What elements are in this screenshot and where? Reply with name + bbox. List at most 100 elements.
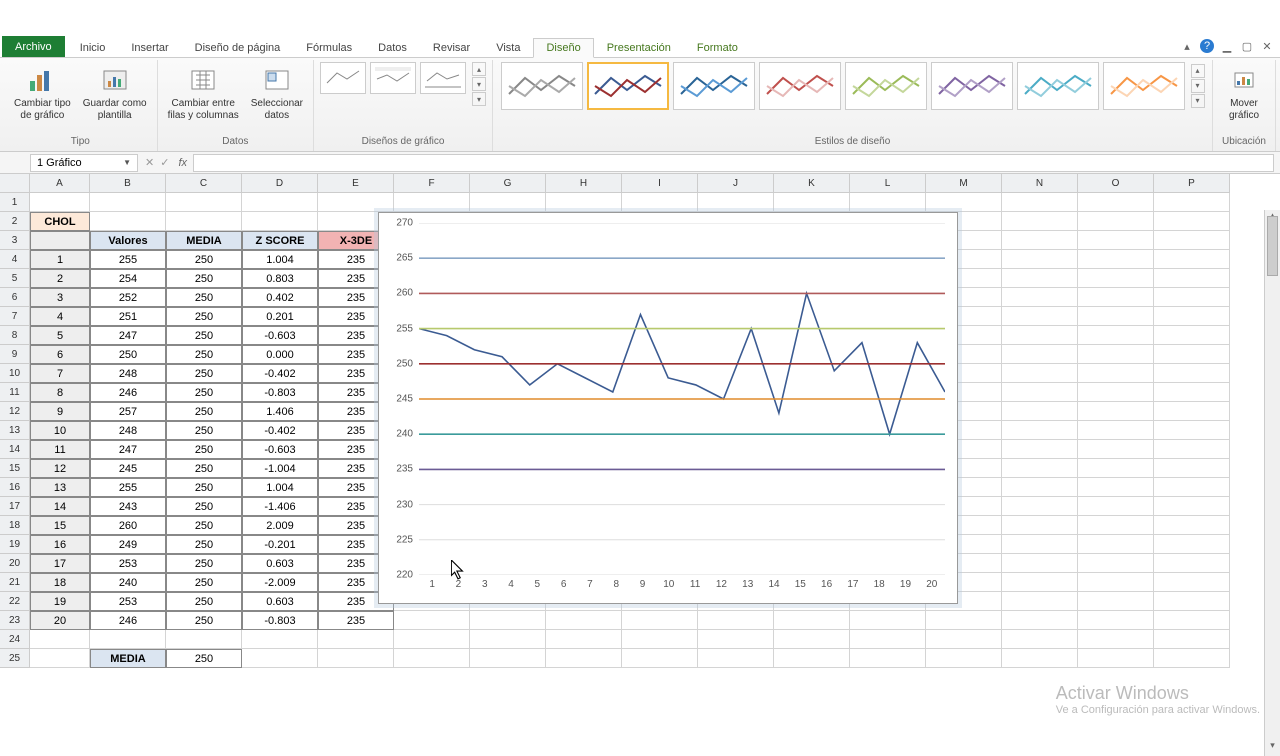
cell[interactable]: MEDIA bbox=[166, 231, 242, 250]
minimize-icon[interactable]: ▁ bbox=[1220, 39, 1234, 53]
cell[interactable] bbox=[1078, 497, 1154, 516]
cell[interactable] bbox=[1154, 402, 1230, 421]
cell[interactable]: 1.004 bbox=[242, 250, 318, 269]
cell[interactable] bbox=[166, 212, 242, 231]
cell[interactable]: 250 bbox=[166, 554, 242, 573]
col-header-D[interactable]: D bbox=[242, 174, 318, 193]
cell[interactable] bbox=[1002, 231, 1078, 250]
cell[interactable] bbox=[1002, 573, 1078, 592]
cell[interactable]: 250 bbox=[166, 250, 242, 269]
cell[interactable]: 8 bbox=[30, 383, 90, 402]
cell[interactable]: 0.603 bbox=[242, 554, 318, 573]
cell[interactable] bbox=[1002, 535, 1078, 554]
row-header-20[interactable]: 20 bbox=[0, 554, 30, 573]
cell[interactable] bbox=[698, 193, 774, 212]
cell[interactable]: Valores bbox=[90, 231, 166, 250]
cell[interactable]: 249 bbox=[90, 535, 166, 554]
cell[interactable]: CHOL bbox=[30, 212, 90, 231]
tab-formato[interactable]: Formato bbox=[684, 38, 751, 57]
cell[interactable]: 247 bbox=[90, 326, 166, 345]
row-header-21[interactable]: 21 bbox=[0, 573, 30, 592]
col-header-E[interactable]: E bbox=[318, 174, 394, 193]
cell[interactable] bbox=[242, 193, 318, 212]
cell[interactable] bbox=[1154, 630, 1230, 649]
cell[interactable] bbox=[1154, 497, 1230, 516]
cell[interactable] bbox=[90, 193, 166, 212]
col-header-I[interactable]: I bbox=[622, 174, 698, 193]
row-header-4[interactable]: 4 bbox=[0, 250, 30, 269]
cell[interactable] bbox=[774, 630, 850, 649]
cell[interactable] bbox=[1078, 269, 1154, 288]
cell[interactable]: 246 bbox=[90, 611, 166, 630]
cell[interactable] bbox=[1078, 231, 1154, 250]
cell[interactable] bbox=[546, 611, 622, 630]
tab-insertar[interactable]: Insertar bbox=[118, 38, 181, 57]
cell[interactable] bbox=[394, 611, 470, 630]
cell[interactable]: 0.000 bbox=[242, 345, 318, 364]
cell[interactable]: 250 bbox=[166, 383, 242, 402]
cell[interactable]: 250 bbox=[166, 573, 242, 592]
cell[interactable] bbox=[1154, 592, 1230, 611]
cell[interactable]: 250 bbox=[166, 592, 242, 611]
cell[interactable] bbox=[1002, 364, 1078, 383]
row-header-1[interactable]: 1 bbox=[0, 193, 30, 212]
tab-diseno[interactable]: Diseño bbox=[533, 38, 593, 58]
col-header-N[interactable]: N bbox=[1002, 174, 1078, 193]
cell[interactable] bbox=[1078, 383, 1154, 402]
row-header-16[interactable]: 16 bbox=[0, 478, 30, 497]
row-header-12[interactable]: 12 bbox=[0, 402, 30, 421]
cell[interactable] bbox=[1002, 421, 1078, 440]
cell[interactable] bbox=[470, 611, 546, 630]
save-template-button[interactable]: Guardar como plantilla bbox=[79, 62, 151, 124]
cell[interactable] bbox=[1078, 573, 1154, 592]
cell[interactable] bbox=[622, 630, 698, 649]
cell[interactable]: 1 bbox=[30, 250, 90, 269]
cell[interactable]: 0.803 bbox=[242, 269, 318, 288]
cell[interactable]: 15 bbox=[30, 516, 90, 535]
cell[interactable]: 243 bbox=[90, 497, 166, 516]
cell[interactable]: 248 bbox=[90, 421, 166, 440]
cell[interactable] bbox=[774, 611, 850, 630]
cell[interactable] bbox=[1078, 364, 1154, 383]
row-header-18[interactable]: 18 bbox=[0, 516, 30, 535]
cell[interactable] bbox=[1002, 326, 1078, 345]
col-header-K[interactable]: K bbox=[774, 174, 850, 193]
row-header-8[interactable]: 8 bbox=[0, 326, 30, 345]
cell[interactable] bbox=[242, 212, 318, 231]
cell[interactable] bbox=[166, 630, 242, 649]
cell[interactable] bbox=[926, 649, 1002, 668]
cell[interactable]: 11 bbox=[30, 440, 90, 459]
col-header-F[interactable]: F bbox=[394, 174, 470, 193]
cell[interactable] bbox=[1002, 649, 1078, 668]
cell[interactable]: 250 bbox=[166, 497, 242, 516]
row-header-23[interactable]: 23 bbox=[0, 611, 30, 630]
cell[interactable] bbox=[1154, 535, 1230, 554]
cell[interactable]: 10 bbox=[30, 421, 90, 440]
cell[interactable] bbox=[1078, 402, 1154, 421]
chart-plot-area[interactable] bbox=[419, 223, 945, 575]
cell[interactable]: 12 bbox=[30, 459, 90, 478]
cell[interactable]: 250 bbox=[166, 535, 242, 554]
cell[interactable] bbox=[774, 649, 850, 668]
cell[interactable]: 254 bbox=[90, 269, 166, 288]
cell[interactable]: 16 bbox=[30, 535, 90, 554]
cell[interactable]: 6 bbox=[30, 345, 90, 364]
cell[interactable]: 0.402 bbox=[242, 288, 318, 307]
col-header-B[interactable]: B bbox=[90, 174, 166, 193]
cell[interactable] bbox=[1154, 649, 1230, 668]
cell[interactable]: 2.009 bbox=[242, 516, 318, 535]
cell[interactable] bbox=[1154, 421, 1230, 440]
cell[interactable] bbox=[1078, 193, 1154, 212]
cell[interactable] bbox=[622, 649, 698, 668]
cell[interactable] bbox=[30, 649, 90, 668]
style-4[interactable] bbox=[759, 62, 841, 110]
cell[interactable] bbox=[1002, 402, 1078, 421]
cell[interactable] bbox=[30, 630, 90, 649]
style-5[interactable] bbox=[845, 62, 927, 110]
cell[interactable] bbox=[318, 630, 394, 649]
name-box-dropdown-icon[interactable]: ▼ bbox=[123, 158, 131, 167]
cell[interactable]: 13 bbox=[30, 478, 90, 497]
cell[interactable] bbox=[1078, 649, 1154, 668]
vertical-scrollbar[interactable]: ▴ ▾ bbox=[1264, 210, 1280, 756]
style-1[interactable] bbox=[501, 62, 583, 110]
